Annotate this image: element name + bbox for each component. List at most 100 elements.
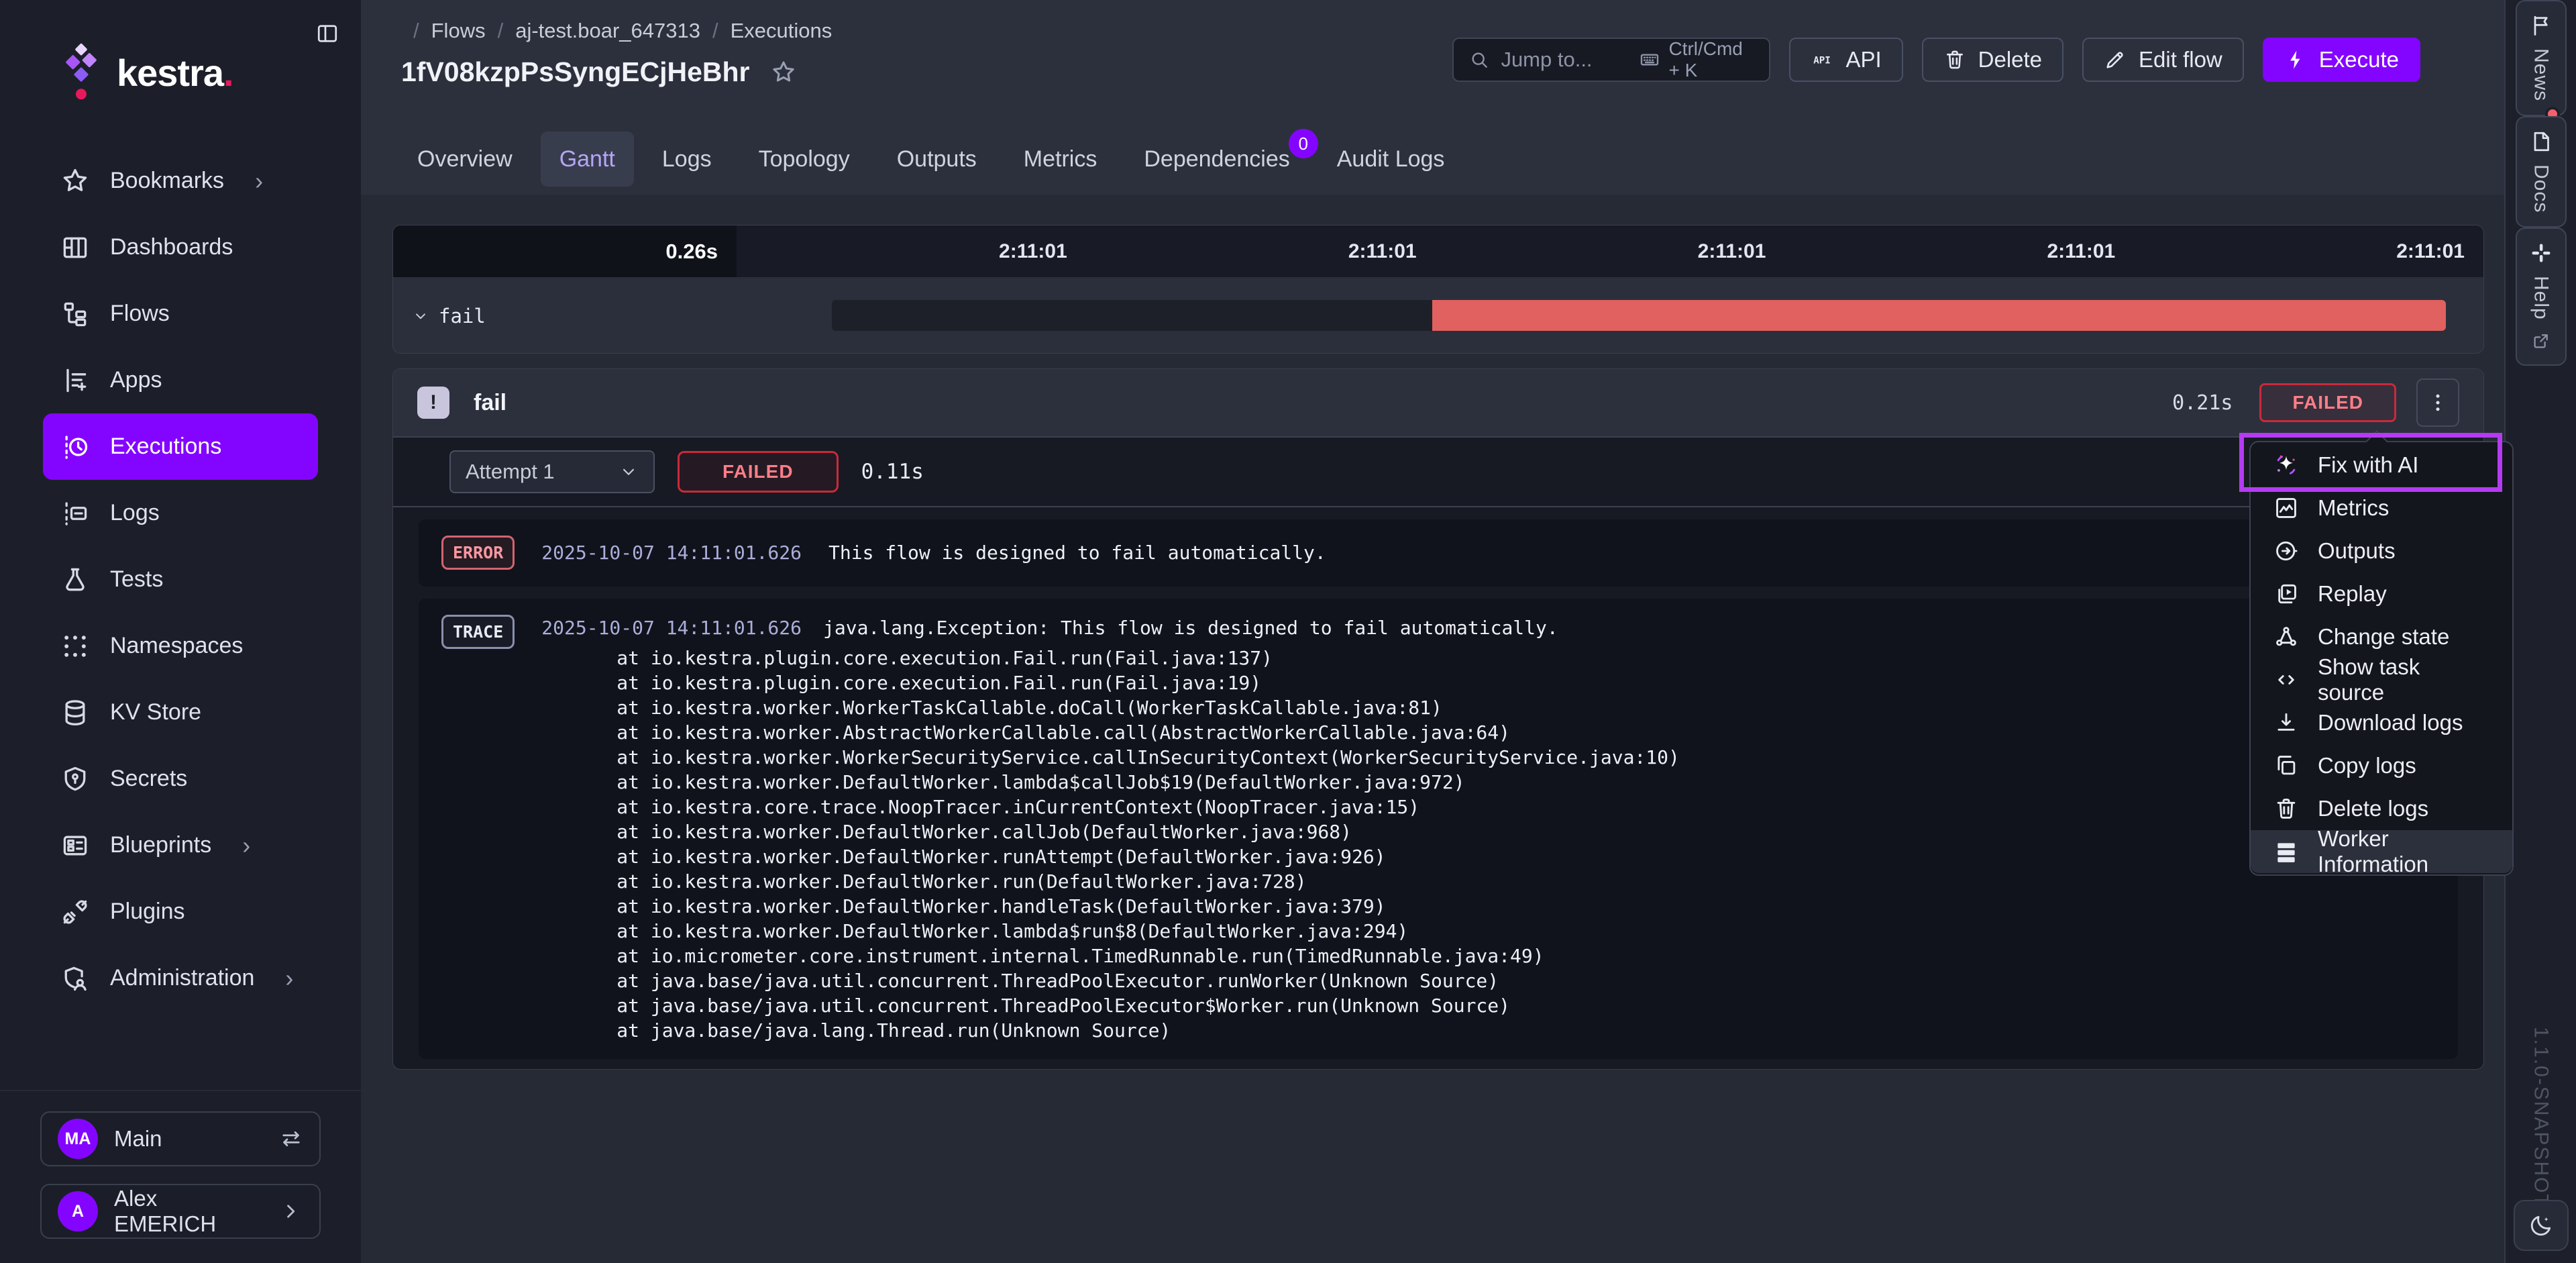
stack-trace-line: at java.base/java.util.concurrent.Thread… <box>541 993 1680 1018</box>
attempt-duration: 0.11s <box>861 460 924 484</box>
tab[interactable]: Audit Logs <box>1318 132 1464 187</box>
chevright-icon <box>279 1199 303 1223</box>
sidebar-item[interactable]: Administration › <box>43 945 318 1011</box>
sidebar-item[interactable]: Logs <box>43 480 318 546</box>
stack-trace-line: at io.kestra.worker.DefaultWorker.runAtt… <box>541 844 1680 869</box>
sparkle-icon <box>2273 452 2299 478</box>
logo-wordmark: kestra. <box>117 51 233 95</box>
doc-icon <box>2529 130 2553 154</box>
kestra-logo[interactable]: kestra. <box>56 42 233 103</box>
topbar: / Flows / aj-test.boar_647313 / Executio… <box>361 0 2504 195</box>
sidebar-item[interactable]: Blueprints › <box>43 812 318 878</box>
search-input[interactable] <box>1501 48 1628 72</box>
sidebar-item[interactable]: KV Store <box>43 679 318 746</box>
dashboards-icon <box>60 233 90 262</box>
chevdown-icon <box>412 307 429 325</box>
tab[interactable]: Logs <box>643 132 731 187</box>
attempt-select[interactable]: Attempt 1 <box>449 450 655 493</box>
task-status-badge: FAILED <box>2259 383 2396 422</box>
sidebar-item[interactable]: Bookmarks › <box>43 148 318 214</box>
secrets-icon <box>60 764 90 794</box>
menu-item[interactable]: Metrics <box>2251 487 2512 529</box>
task-menu-button[interactable] <box>2416 378 2459 427</box>
menu-item[interactable]: Show task source <box>2251 658 2512 701</box>
sidebar-item[interactable]: Tests <box>43 546 318 613</box>
rail-tab[interactable]: News <box>2516 0 2567 116</box>
alert-icon: ! <box>417 387 449 419</box>
tab[interactable]: Gantt <box>541 132 634 187</box>
sidebar-item[interactable]: Secrets <box>43 746 318 812</box>
workspace-switcher[interactable]: MA Main <box>40 1111 321 1166</box>
sidebar-item[interactable]: Namespaces <box>43 613 318 679</box>
gantt-bar-failed[interactable] <box>1432 300 2446 331</box>
rail-tab-label: News <box>2530 48 2553 101</box>
user-menu[interactable]: A Alex EMERICH <box>40 1184 321 1239</box>
star-icon <box>60 166 90 196</box>
menu-item[interactable]: Outputs <box>2251 529 2512 572</box>
chevron-right-icon: › <box>242 833 250 858</box>
stack-trace-line: at io.kestra.plugin.core.execution.Fail.… <box>541 646 1680 670</box>
sidebar-item-label: KV Store <box>110 699 201 725</box>
rail-tab[interactable]: Help <box>2516 228 2567 366</box>
breadcrumb-item[interactable]: Flows <box>431 19 486 43</box>
topbar-action-button[interactable]: Execute <box>2263 38 2420 82</box>
top-controls: Ctrl/Cmd + K API API Delete <box>1452 38 2420 82</box>
topbar-action-button[interactable]: API API <box>1789 38 1902 82</box>
log-level-badge: ERROR <box>441 536 515 570</box>
divider <box>393 506 2483 507</box>
code-icon <box>2273 667 2299 693</box>
main-area: / Flows / aj-test.boar_647313 / Executio… <box>361 0 2504 1263</box>
sidebar-nav: Bookmarks › Dashboards Flows A <box>0 148 361 1011</box>
tab[interactable]: Outputs <box>878 132 996 187</box>
stack-trace-line: at io.kestra.plugin.core.execution.Fail.… <box>541 670 1680 695</box>
stack-trace-line: at io.kestra.worker.DefaultWorker.lambda… <box>541 919 1680 944</box>
attempt-status-badge: FAILED <box>678 451 839 493</box>
tab[interactable]: Metrics <box>1005 132 1116 187</box>
menu-item[interactable]: Copy logs <box>2251 744 2512 787</box>
menu-item[interactable]: Download logs <box>2251 701 2512 744</box>
gantt-time-ticks: 2:11:01 2:11:01 2:11:01 2:11:01 2:11:01 <box>737 225 2483 277</box>
sidebar-item[interactable]: Dashboards <box>43 214 318 281</box>
pencil-icon <box>2104 48 2127 71</box>
administration-icon <box>60 964 90 993</box>
sidebar-item[interactable]: Apps <box>43 347 318 413</box>
gantt-bar-pending[interactable] <box>832 300 1432 331</box>
tab[interactable]: Dependencies 0 <box>1125 132 1308 187</box>
stack-trace-line: at io.kestra.worker.DefaultWorker.lambda… <box>541 770 1680 795</box>
stack-trace-line: at io.kestra.worker.DefaultWorker.run(De… <box>541 869 1680 894</box>
stack-trace: 2025-10-07 14:11:01.626 java.lang.Except… <box>541 615 1680 1043</box>
moon-icon <box>2528 1213 2554 1238</box>
rail-tab[interactable]: Docs <box>2516 116 2567 228</box>
tab[interactable]: Overview <box>398 132 531 187</box>
menu-item[interactable]: Worker Information <box>2251 830 2512 873</box>
menu-item[interactable]: Replay <box>2251 572 2512 615</box>
panel-icon[interactable] <box>315 21 339 46</box>
flag-icon <box>2529 13 2553 38</box>
topbar-action-button[interactable]: Delete <box>1922 38 2063 82</box>
task-header: ! fail 0.21s FAILED <box>393 369 2483 436</box>
menu-item[interactable]: Delete logs <box>2251 787 2512 830</box>
stack-trace-line: at io.kestra.worker.AbstractWorkerCallab… <box>541 720 1680 745</box>
star-icon[interactable] <box>770 59 797 86</box>
sidebar-item[interactable]: Plugins <box>43 878 318 945</box>
menu-item[interactable]: Change state <box>2251 615 2512 658</box>
topbar-actions: API API Delete Edit flow <box>1789 38 2420 82</box>
menu-item[interactable]: Fix with AI <box>2251 444 2512 487</box>
breadcrumb-item[interactable]: Executions <box>731 19 833 43</box>
right-rail: News Docs Help 1.1.0-S <box>2504 0 2576 1263</box>
state-icon <box>2273 624 2299 650</box>
search-icon <box>1468 49 1490 70</box>
log-level-badge: TRACE <box>441 615 515 649</box>
server-icon <box>2273 839 2299 864</box>
sidebar-item[interactable]: Flows <box>43 281 318 347</box>
breadcrumb-item[interactable]: aj-test.boar_647313 <box>515 19 700 43</box>
gantt-row[interactable]: fail <box>412 277 486 354</box>
theme-toggle-button[interactable] <box>2514 1200 2569 1251</box>
tab[interactable]: Topology <box>740 132 869 187</box>
sidebar-item[interactable]: Executions <box>43 413 318 480</box>
jump-to-search[interactable]: Ctrl/Cmd + K <box>1452 38 1770 82</box>
stack-trace-line: at io.kestra.worker.DefaultWorker.callJo… <box>541 819 1680 844</box>
topbar-action-button[interactable]: Edit flow <box>2082 38 2244 82</box>
trash-icon <box>2273 796 2299 821</box>
search-shortcut: Ctrl/Cmd + K <box>1639 38 1754 81</box>
